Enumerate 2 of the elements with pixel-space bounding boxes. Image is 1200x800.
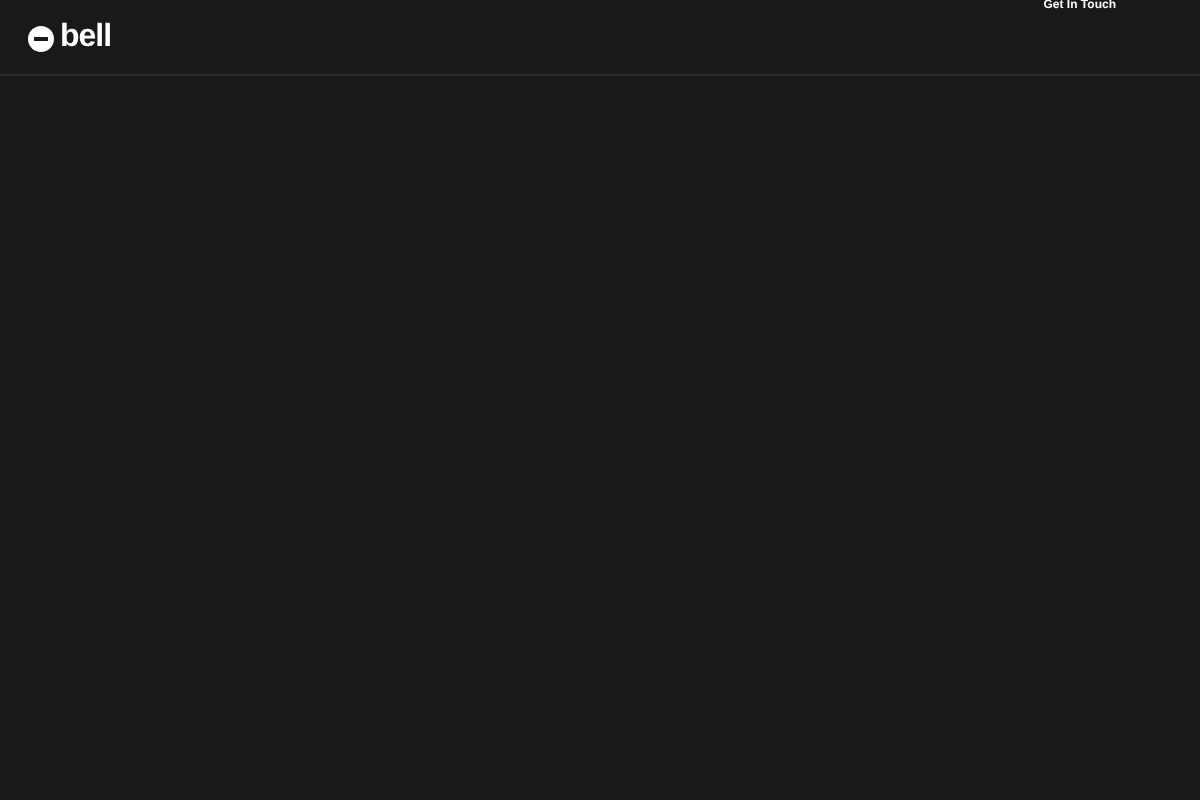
logo-icon: [28, 25, 54, 51]
logo-text[interactable]: bell: [60, 22, 112, 54]
